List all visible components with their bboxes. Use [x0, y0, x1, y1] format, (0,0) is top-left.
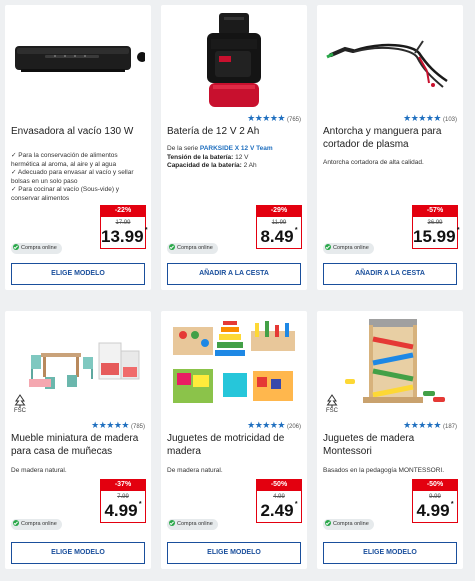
product-card-vacuum-sealer[interactable]: Envasadora al vacío 130 W ✓ Para la cons…: [5, 5, 151, 290]
product-details: De la serie PARKSIDE X 12 V Team Tensión…: [167, 145, 303, 171]
current-price: 8.49 *: [260, 227, 298, 246]
series-line: De la serie PARKSIDE X 12 V Team: [167, 145, 273, 152]
price-box: -29% 11.99 8.49 *: [256, 205, 302, 261]
add-to-cart-button[interactable]: AÑADIR A LA CESTA: [167, 263, 301, 285]
choose-model-button[interactable]: ELIGE MODELO: [11, 542, 145, 564]
rating[interactable]: ★★★★★ (765): [247, 113, 301, 124]
price-box: -50% 4.99 2.49 *: [256, 479, 302, 535]
check-circle-icon: [169, 520, 175, 526]
motor-skills-toys-image[interactable]: [167, 317, 301, 407]
current-price: 4.99 *: [416, 501, 454, 520]
discount-badge: -57%: [412, 205, 458, 217]
rating-count: (187): [442, 424, 457, 430]
discount-badge: -50%: [412, 479, 458, 491]
product-card-motor-skills-toys[interactable]: ★★★★★ (206) Juguetes de motricidad de mad…: [161, 311, 307, 569]
rating[interactable]: ★★★★★ (206): [247, 420, 301, 431]
fsc-logo: FSC: [323, 394, 341, 415]
series-link[interactable]: PARKSIDE X 12 V Team: [200, 145, 273, 152]
star-rating-icon: ★★★★★: [403, 113, 441, 123]
old-price: 7.99: [117, 494, 129, 500]
feature-list: ✓ Para la conservación de alimentos herm…: [11, 152, 147, 203]
vacuum-sealer-image[interactable]: [11, 11, 147, 111]
fsc-tree-icon: [14, 394, 26, 408]
old-price: 9.99: [429, 494, 441, 500]
current-price: 4.99 *: [104, 501, 142, 520]
fsc-logo: FSC: [11, 394, 29, 415]
product-card-dollhouse-furniture[interactable]: FSC ★★★★★ (785) Mueble miniatura de mader…: [5, 311, 151, 569]
fsc-tree-icon: [326, 394, 338, 408]
rating-count: (785): [130, 424, 145, 430]
product-description: De madera natural.: [167, 467, 223, 474]
star-rating-icon: ★★★★★: [91, 420, 129, 430]
old-price: 36.99: [427, 220, 443, 226]
check-circle-icon: [169, 244, 175, 250]
rating-count: (206): [286, 424, 301, 430]
price-box: -22% 17.99 13.99 *: [100, 205, 148, 261]
price-box: -50% 9.99 4.99 *: [412, 479, 458, 535]
rating[interactable]: ★★★★★ (103): [403, 113, 457, 124]
current-price: 2.49 *: [260, 501, 298, 520]
star-rating-icon: ★★★★★: [403, 420, 441, 430]
rating[interactable]: ★★★★★ (785): [91, 420, 145, 431]
online-purchase-badge: Compra online: [167, 519, 218, 530]
product-description: Antorcha cortadora de alta calidad.: [323, 159, 424, 166]
choose-model-button[interactable]: ELIGE MODELO: [167, 542, 301, 564]
price-box: -37% 7.99 4.99 *: [100, 479, 146, 535]
rating[interactable]: ★★★★★ (187): [403, 420, 457, 431]
old-price: 17.99: [115, 220, 131, 226]
product-title[interactable]: Juguetes de motricidad de madera: [167, 432, 301, 458]
product-title[interactable]: Antorcha y manguera para cortador de pla…: [323, 125, 457, 151]
check-circle-icon: [13, 244, 19, 250]
discount-badge: -29%: [256, 205, 302, 217]
price-box: -57% 36.99 15.99 *: [412, 205, 460, 261]
feature-item: ✓ Para la conservación de alimentos herm…: [11, 152, 118, 168]
old-price: 11.99: [271, 220, 287, 226]
product-description: Basados en la pedagogía MONTESSORI.: [323, 467, 445, 474]
product-card-battery[interactable]: ★★★★★ (765) Batería de 12 V 2 Ah De la se…: [161, 5, 307, 290]
discount-badge: -22%: [100, 205, 146, 217]
online-purchase-badge: Compra online: [167, 243, 218, 254]
product-card-plasma-torch[interactable]: ★★★★★ (103) Antorcha y manguera para cort…: [317, 5, 463, 290]
product-title[interactable]: Envasadora al vacío 130 W: [11, 125, 145, 138]
product-card-montessori-toys[interactable]: FSC ★★★★★ (187) Juguetes de madera Montes…: [317, 311, 463, 569]
online-purchase-badge: Compra online: [11, 519, 62, 530]
star-rating-icon: ★★★★★: [247, 420, 285, 430]
product-title[interactable]: Mueble miniatura de madera para casa de …: [11, 432, 145, 458]
plasma-torch-image[interactable]: [323, 11, 457, 111]
check-circle-icon: [13, 520, 19, 526]
product-title[interactable]: Batería de 12 V 2 Ah: [167, 125, 301, 138]
product-description: De madera natural.: [11, 467, 67, 474]
star-rating-icon: ★★★★★: [247, 113, 285, 123]
battery-image[interactable]: [167, 11, 301, 111]
rating-count: (103): [442, 117, 457, 123]
current-price: 15.99 *: [413, 227, 460, 246]
feature-item: ✓ Para cocinar al vacío (Sous-vide) y co…: [11, 186, 120, 202]
current-price: 13.99 *: [101, 227, 148, 246]
add-to-cart-button[interactable]: AÑADIR A LA CESTA: [323, 263, 457, 285]
product-title[interactable]: Juguetes de madera Montessori: [323, 432, 457, 458]
discount-badge: -37%: [100, 479, 146, 491]
discount-badge: -50%: [256, 479, 302, 491]
spec-capacity: Capacidad de la batería: 2 Ah: [167, 162, 257, 169]
online-purchase-badge: Compra online: [323, 519, 374, 530]
online-purchase-badge: Compra online: [11, 243, 62, 254]
feature-item: ✓ Adecuado para envasar al vacío y sella…: [11, 169, 134, 185]
old-price: 4.99: [273, 494, 285, 500]
check-circle-icon: [325, 244, 331, 250]
dollhouse-furniture-image[interactable]: [11, 317, 145, 407]
choose-model-button[interactable]: ELIGE MODELO: [323, 542, 457, 564]
rating-count: (765): [286, 117, 301, 123]
online-purchase-badge: Compra online: [323, 243, 374, 254]
check-circle-icon: [325, 520, 331, 526]
spec-voltage: Tensión de la batería: 12 V: [167, 153, 249, 161]
montessori-toys-image[interactable]: [323, 317, 457, 407]
choose-model-button[interactable]: ELIGE MODELO: [11, 263, 145, 285]
